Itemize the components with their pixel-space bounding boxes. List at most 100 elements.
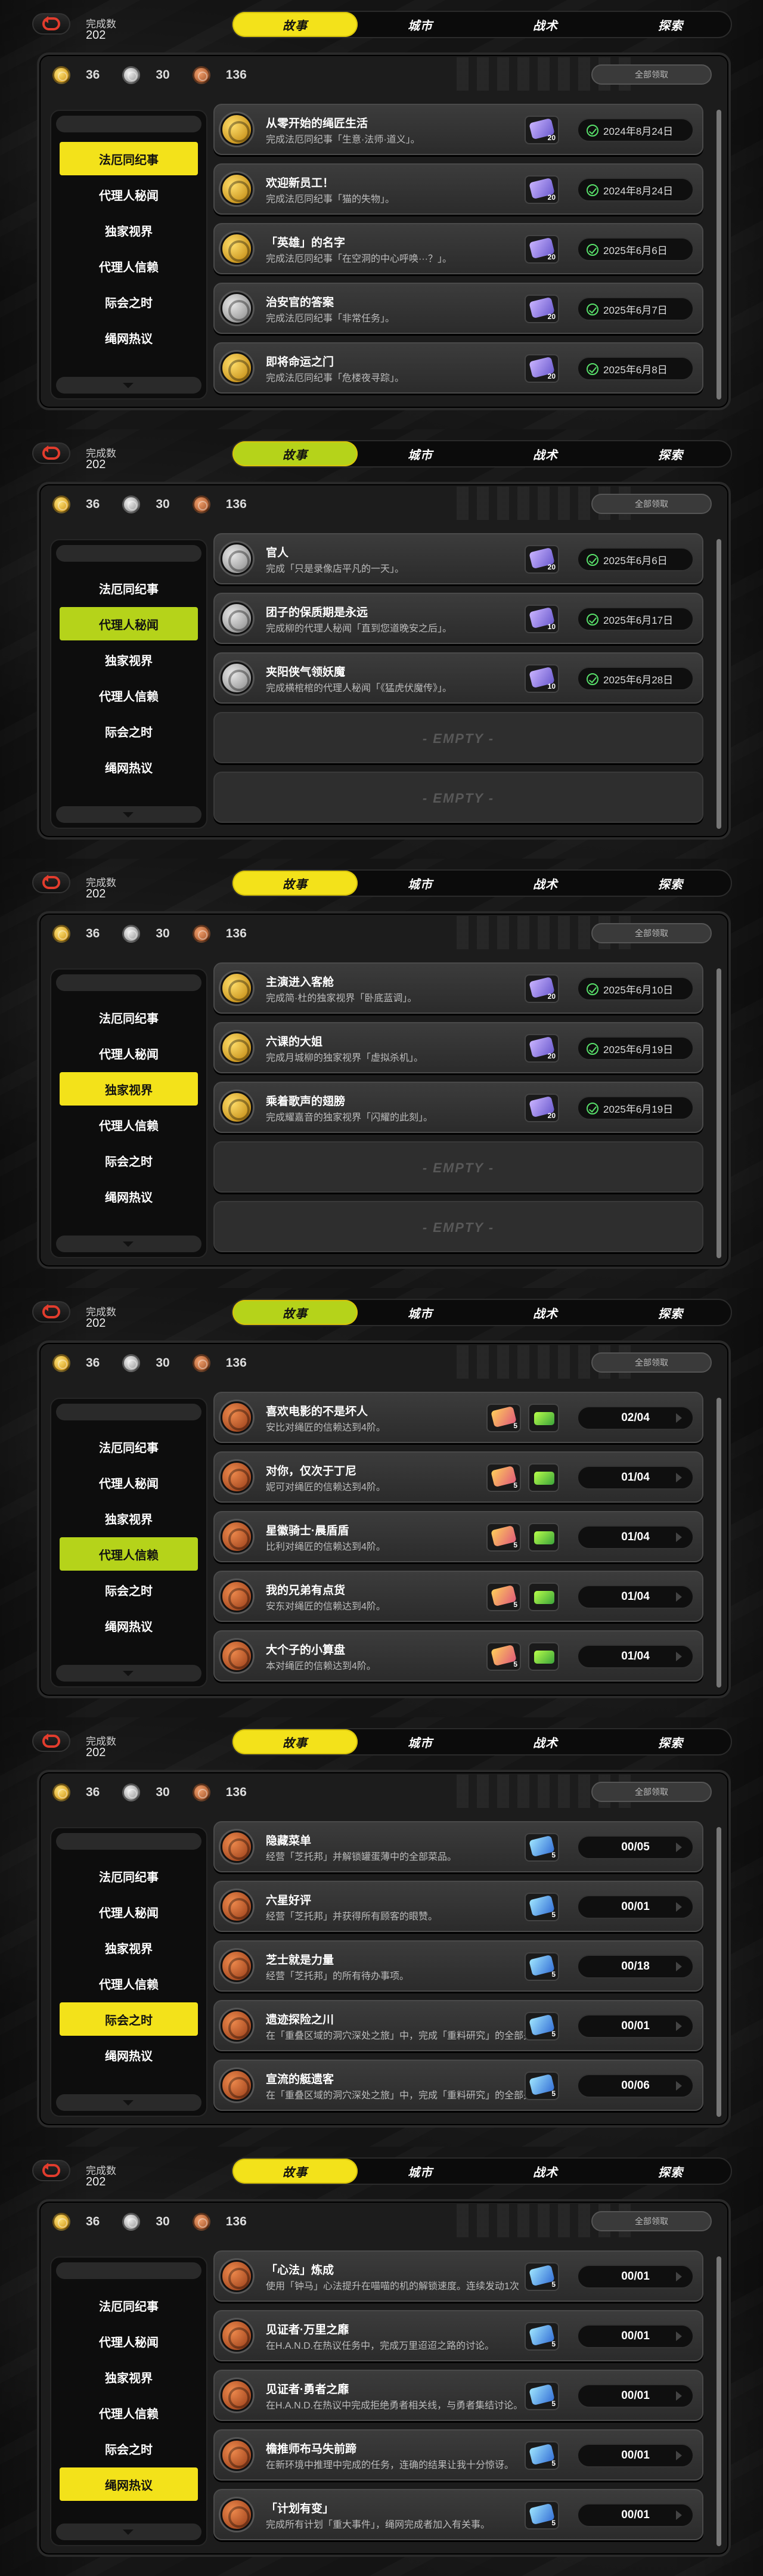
- sidebar-item-agent-stories[interactable]: 代理人秘闻: [60, 607, 198, 640]
- tab-story[interactable]: 故事: [232, 441, 358, 466]
- tab-city[interactable]: 城市: [358, 441, 483, 466]
- sidebar-item-exclusive-view[interactable]: 独家视界: [60, 213, 198, 247]
- achievement-row[interactable]: 喜欢电影的不是坏人 安比对绳匠的信赖达到4阶。 5 02/04: [213, 1392, 703, 1443]
- tab-explore[interactable]: 探索: [608, 2159, 733, 2184]
- scrollbar-thumb[interactable]: [717, 2256, 721, 2546]
- reward-item[interactable]: 20: [525, 295, 559, 323]
- sidebar-scroll-up[interactable]: [56, 974, 201, 991]
- back-button[interactable]: [32, 872, 70, 893]
- achievement-row[interactable]: 檐推师布马失前蹄 在新环境中推理中完成的任务，连确的结果让我十分惊讶。 5 00/01: [213, 2429, 703, 2481]
- reward-item[interactable]: 5: [525, 2382, 559, 2410]
- reward-item[interactable]: 5: [486, 1404, 521, 1432]
- tab-tactics[interactable]: 战术: [483, 12, 608, 37]
- tab-tactics[interactable]: 战术: [483, 441, 608, 466]
- sidebar-item-phaethon-chronicle[interactable]: 法厄同纪事: [60, 1001, 198, 1034]
- achievement-row[interactable]: 从零开始的绳匠生活 完成法厄同纪事「生意·法师·道义」。 20 2024年8月24日: [213, 104, 703, 155]
- back-button[interactable]: [32, 2160, 70, 2181]
- sidebar-scroll-up[interactable]: [56, 1833, 201, 1850]
- reward-item[interactable]: 20: [525, 1034, 559, 1063]
- sidebar-item-encounter-time[interactable]: 际会之时: [60, 2002, 198, 2036]
- tab-explore[interactable]: 探索: [608, 1300, 733, 1325]
- reward-item-secondary[interactable]: [528, 1642, 559, 1671]
- claim-all-button[interactable]: 全部领取: [591, 2211, 712, 2231]
- reward-item[interactable]: 20: [525, 235, 559, 264]
- reward-item[interactable]: 5: [525, 2322, 559, 2351]
- achievement-row[interactable]: 六课的大姐 完成月城柳的独家视界「虚拟杀机」。 20 2025年6月19日: [213, 1022, 703, 1073]
- sidebar-item-phaethon-chronicle[interactable]: 法厄同纪事: [60, 571, 198, 605]
- sidebar-item-agent-stories[interactable]: 代理人秘闻: [60, 1036, 198, 1070]
- sidebar-item-phaethon-chronicle[interactable]: 法厄同纪事: [60, 1859, 198, 1893]
- reward-item[interactable]: 5: [525, 1893, 559, 1921]
- scrollbar-thumb[interactable]: [717, 110, 721, 400]
- sidebar-scroll-down-icon[interactable]: [56, 1236, 201, 1252]
- tab-explore[interactable]: 探索: [608, 1729, 733, 1754]
- list-scrollbar[interactable]: [717, 1827, 721, 2117]
- sidebar-item-inknot-hot-topics[interactable]: 绳网热议: [60, 1609, 198, 1642]
- sidebar-item-exclusive-view[interactable]: 独家视界: [60, 1072, 198, 1106]
- tab-city[interactable]: 城市: [358, 1300, 483, 1325]
- reward-item-secondary[interactable]: [528, 1404, 559, 1432]
- claim-all-button[interactable]: 全部领取: [591, 1352, 712, 1373]
- achievement-row[interactable]: 主演进入客舱 完成简·杜的独家视界「卧底蓝调」。 20 2025年6月10日: [213, 962, 703, 1014]
- reward-item[interactable]: 5: [525, 1952, 559, 1981]
- claim-all-button[interactable]: 全部领取: [591, 1782, 712, 1802]
- sidebar-item-inknot-hot-topics[interactable]: 绳网热议: [60, 2038, 198, 2072]
- reward-item[interactable]: 5: [525, 2501, 559, 2529]
- sidebar-scroll-down-icon[interactable]: [56, 2524, 201, 2540]
- tab-city[interactable]: 城市: [358, 1729, 483, 1754]
- sidebar-item-agent-stories[interactable]: 代理人秘闻: [60, 2324, 198, 2358]
- sidebar-item-inknot-hot-topics[interactable]: 绳网热议: [60, 750, 198, 784]
- back-button[interactable]: [32, 442, 70, 464]
- reward-item[interactable]: 10: [525, 605, 559, 633]
- sidebar-item-exclusive-view[interactable]: 独家视界: [60, 1501, 198, 1535]
- achievement-row[interactable]: 星徽骑士·晨盾盾 比利对绳匠的信赖达到4阶。 5 01/04: [213, 1511, 703, 1562]
- reward-item-secondary[interactable]: [528, 1463, 559, 1492]
- reward-item[interactable]: 5: [486, 1523, 521, 1552]
- tab-explore[interactable]: 探索: [608, 871, 733, 896]
- sidebar-scroll-up[interactable]: [56, 2262, 201, 2279]
- sidebar-scroll-up[interactable]: [56, 1404, 201, 1420]
- reward-item[interactable]: 20: [525, 175, 559, 204]
- achievement-row[interactable]: 大个子的小算盘 本对绳匠的信赖达到4阶。 5 01/04: [213, 1630, 703, 1682]
- reward-item[interactable]: 20: [525, 545, 559, 574]
- reward-item[interactable]: 5: [486, 1463, 521, 1492]
- sidebar-scroll-up[interactable]: [56, 545, 201, 562]
- back-button[interactable]: [32, 1301, 70, 1323]
- sidebar-item-agent-trust[interactable]: 代理人信赖: [60, 1537, 198, 1571]
- tab-story[interactable]: 故事: [232, 2159, 358, 2184]
- claim-all-button[interactable]: 全部领取: [591, 923, 712, 943]
- tab-story[interactable]: 故事: [232, 1300, 358, 1325]
- tab-story[interactable]: 故事: [232, 12, 358, 37]
- sidebar-item-exclusive-view[interactable]: 独家视界: [60, 643, 198, 676]
- achievement-row[interactable]: 芝士就是力量 经营「芝托邦」的所有待办事项。 5 00/18: [213, 1940, 703, 1992]
- achievement-row[interactable]: 即将命运之门 完成法厄同纪事「危楼夜寻踪」。 20 2025年6月8日: [213, 342, 703, 394]
- sidebar-scroll-down-icon[interactable]: [56, 2094, 201, 2111]
- achievement-row[interactable]: 团子的保质期是永远 完成柳的代理人秘闻「直到您道晚安之后」。 10 2025年6月17…: [213, 593, 703, 644]
- sidebar-item-agent-trust[interactable]: 代理人信赖: [60, 679, 198, 712]
- sidebar-item-agent-stories[interactable]: 代理人秘闻: [60, 1895, 198, 1928]
- reward-item[interactable]: 5: [525, 2441, 559, 2470]
- sidebar-item-encounter-time[interactable]: 际会之时: [60, 1144, 198, 1177]
- achievement-row[interactable]: 对你，仅次于丁尼 妮可对绳匠的信赖达到4阶。 5 01/04: [213, 1451, 703, 1503]
- achievement-row[interactable]: 隐藏菜单 经营「芝托邦」并解锁罐蛋薄中的全部菜品。 5 00/05: [213, 1821, 703, 1872]
- sidebar-scroll-down-icon[interactable]: [56, 377, 201, 394]
- achievement-row[interactable]: 乘着歌声的翅膀 完成耀嘉音的独家视界「闪耀的此刻」。 20 2025年6月19日: [213, 1082, 703, 1133]
- sidebar-item-exclusive-view[interactable]: 独家视界: [60, 2360, 198, 2394]
- sidebar-scroll-down-icon[interactable]: [56, 806, 201, 823]
- tab-story[interactable]: 故事: [232, 871, 358, 896]
- sidebar-item-exclusive-view[interactable]: 独家视界: [60, 1931, 198, 1964]
- achievement-row[interactable]: 我的兄弟有点货 安东对绳匠的信赖达到4阶。 5 01/04: [213, 1571, 703, 1622]
- sidebar-item-encounter-time[interactable]: 际会之时: [60, 714, 198, 748]
- sidebar-item-agent-trust[interactable]: 代理人信赖: [60, 1967, 198, 2000]
- tab-city[interactable]: 城市: [358, 2159, 483, 2184]
- sidebar-scroll-up[interactable]: [56, 116, 201, 132]
- list-scrollbar[interactable]: [717, 1398, 721, 1688]
- sidebar-item-agent-trust[interactable]: 代理人信赖: [60, 249, 198, 283]
- back-button[interactable]: [32, 1730, 70, 1752]
- list-scrollbar[interactable]: [717, 539, 721, 829]
- achievement-row[interactable]: 见证者·万里之靡 在H.A.N.D.在热议任务中，完成万里迢迢之路的讨论。 5 00/…: [213, 2310, 703, 2361]
- achievement-row[interactable]: 六星好评 经营「芝托邦」并获得所有顾客的眼赞。 5 00/01: [213, 1881, 703, 1932]
- tab-tactics[interactable]: 战术: [483, 1729, 608, 1754]
- reward-item[interactable]: 5: [525, 2262, 559, 2291]
- sidebar-item-encounter-time[interactable]: 际会之时: [60, 285, 198, 318]
